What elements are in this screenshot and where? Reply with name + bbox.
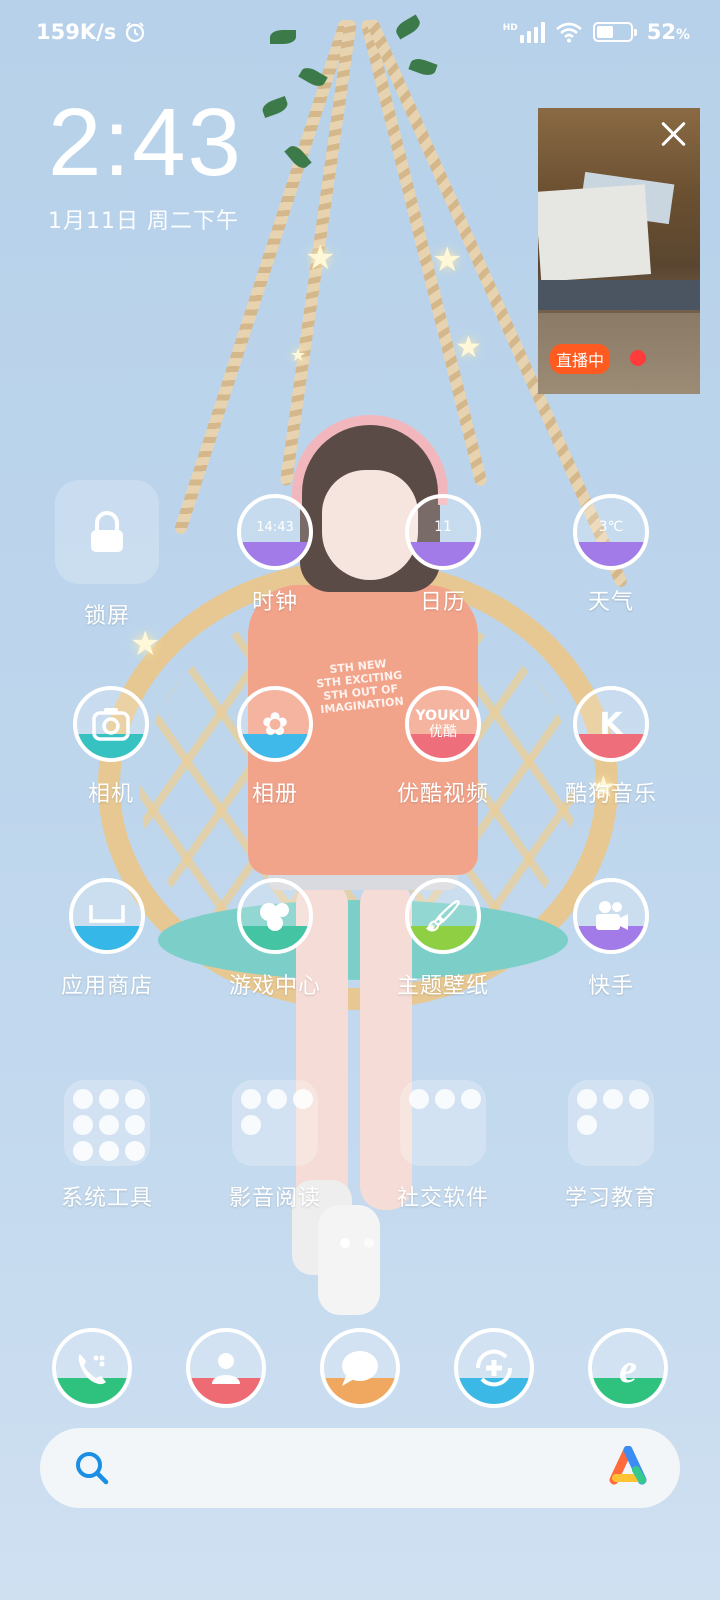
kuaishou-icon: [573, 878, 649, 954]
folder-label: 影音阅读: [228, 1186, 321, 1211]
folder-icon: [232, 1080, 318, 1166]
app-label: 锁屏: [83, 604, 130, 629]
clock-icon: 14:43: [237, 494, 313, 570]
app-store[interactable]: 应用商店: [25, 878, 189, 1000]
folder-icon: [64, 1080, 150, 1166]
app-lock-screen[interactable]: 锁屏: [25, 480, 189, 630]
figure-shoe: [318, 1205, 380, 1315]
app-label: 相册: [251, 782, 298, 807]
clock-time: 2:43: [48, 89, 243, 196]
clock-date: 1月11日 周二下午: [48, 209, 239, 234]
battery-icon: [592, 22, 637, 42]
close-icon[interactable]: [660, 120, 688, 148]
headphones: [292, 415, 448, 505]
app-kugou[interactable]: K 酷狗音乐: [529, 686, 693, 808]
app-label: 日历: [419, 590, 466, 615]
game-center-icon: [237, 878, 313, 954]
weather-icon-temp: 3℃: [598, 519, 624, 535]
recording-dot: [630, 350, 646, 366]
wifi-icon: [555, 22, 582, 43]
status-bar: 159K/s HD 52%: [0, 0, 720, 70]
search-bar[interactable]: [40, 1428, 680, 1508]
dock-phone[interactable]: [52, 1328, 132, 1408]
app-label: 主题壁纸: [396, 974, 489, 999]
app-store-icon: [69, 878, 145, 954]
live-badge: 直播中: [550, 344, 611, 374]
browser-plus-icon: [454, 1328, 534, 1408]
cell-signal-icon: HD: [503, 21, 545, 43]
youku-icon-text: YOUKU: [415, 708, 471, 724]
clock-widget[interactable]: 2:43 1月11日 周二下午: [48, 95, 243, 235]
page-dot-active[interactable]: [340, 1238, 350, 1248]
youku-icon-text-cn: 优酷: [428, 724, 457, 740]
page-dot[interactable]: [364, 1238, 374, 1248]
folder-label: 学习教育: [564, 1186, 657, 1211]
app-label: 优酷视频: [396, 782, 489, 807]
app-label: 快手: [587, 974, 634, 999]
folder-education[interactable]: 学习教育: [529, 1080, 693, 1212]
star-decoration: ★: [455, 330, 482, 365]
kugou-icon: K: [573, 686, 649, 762]
camera-icon: [73, 686, 149, 762]
battery-unit: %: [675, 27, 690, 43]
app-weather[interactable]: 3℃ 天气: [529, 494, 693, 616]
folder-label: 社交软件: [396, 1186, 489, 1211]
app-theme[interactable]: 🖌 主题壁纸: [361, 878, 525, 1000]
app-calendar[interactable]: 11 日历: [361, 494, 525, 616]
app-kuaishou[interactable]: 快手: [529, 878, 693, 1000]
folder-icon: [568, 1080, 654, 1166]
star-decoration: ★: [432, 240, 463, 280]
dock-ie-browser[interactable]: e: [588, 1328, 668, 1408]
dock-contacts[interactable]: [186, 1328, 266, 1408]
folder-social[interactable]: 社交软件: [361, 1080, 525, 1212]
star-decoration: ★: [305, 238, 336, 278]
hd-label: HD: [502, 23, 518, 33]
app-youku[interactable]: YOUKU 优酷 优酷视频: [361, 686, 525, 808]
live-stream-window[interactable]: 直播中: [538, 108, 700, 394]
page-indicator: [340, 1238, 374, 1248]
app-gallery[interactable]: ✿ 相册: [193, 686, 357, 808]
video-content: [538, 280, 700, 310]
folder-icon: [400, 1080, 486, 1166]
search-icon[interactable]: [74, 1450, 110, 1486]
messages-icon: [320, 1328, 400, 1408]
ie-browser-icon: e: [588, 1328, 668, 1408]
app-camera[interactable]: 相机: [29, 686, 193, 808]
app-game-center[interactable]: 游戏中心: [193, 878, 357, 1000]
app-label: 酷狗音乐: [564, 782, 657, 807]
folder-label: 系统工具: [60, 1186, 153, 1211]
video-content: [538, 184, 652, 282]
network-speed: 159K/s: [36, 20, 117, 44]
alarm-icon: [126, 22, 145, 43]
calendar-icon: 11: [405, 494, 481, 570]
youku-icon: YOUKU 优酷: [405, 686, 481, 762]
contacts-icon: [186, 1328, 266, 1408]
app-label: 时钟: [251, 590, 298, 615]
clock-icon-time: 14:43: [256, 519, 294, 535]
app-label: 应用商店: [60, 974, 153, 999]
app-label: 相机: [87, 782, 134, 807]
star-decoration: ★: [290, 345, 307, 366]
battery-level: [596, 26, 614, 38]
app-label: 天气: [587, 590, 634, 615]
weather-icon: 3℃: [573, 494, 649, 570]
assistant-logo-icon[interactable]: [606, 1446, 650, 1490]
dock-browser-plus[interactable]: [454, 1328, 534, 1408]
gallery-icon: ✿: [237, 686, 313, 762]
kugou-icon-letter: K: [599, 706, 623, 742]
app-label: 游戏中心: [228, 974, 321, 999]
folder-media-reading[interactable]: 影音阅读: [193, 1080, 357, 1212]
lock-icon: [55, 480, 159, 584]
theme-icon: 🖌: [405, 878, 481, 954]
dock-messages[interactable]: [320, 1328, 400, 1408]
star-decoration: ★: [130, 624, 161, 664]
app-clock[interactable]: 14:43 时钟: [193, 494, 357, 616]
folder-system-tools[interactable]: 系统工具: [25, 1080, 189, 1212]
battery-percent: 52: [646, 20, 676, 44]
vine-leaf: [260, 95, 290, 119]
calendar-icon-day: 11: [434, 519, 452, 535]
phone-icon: [52, 1328, 132, 1408]
